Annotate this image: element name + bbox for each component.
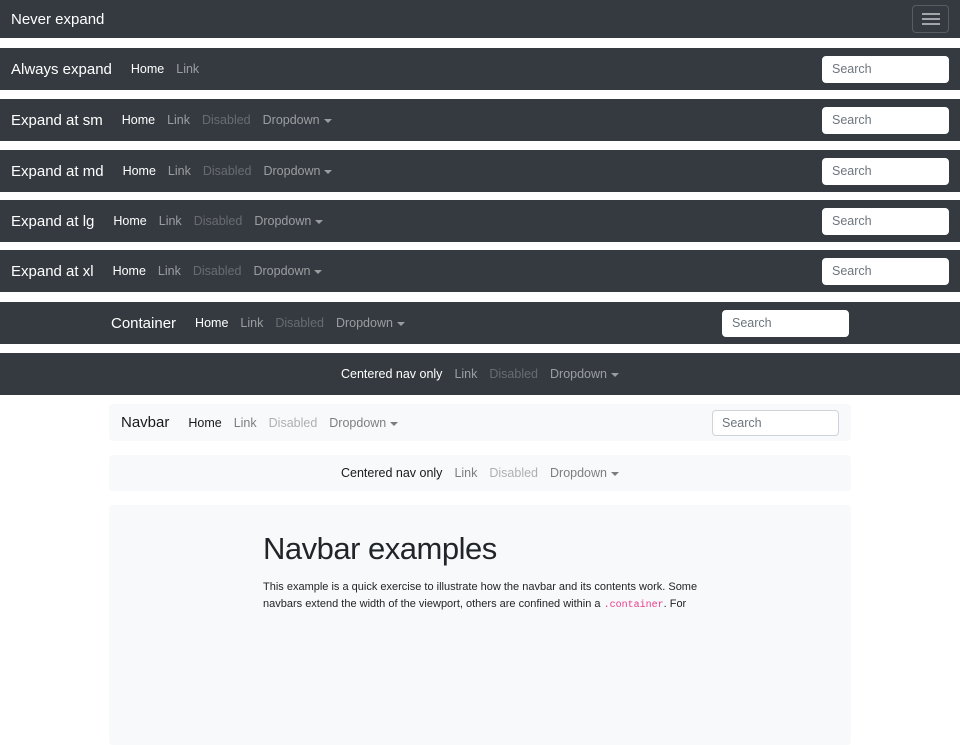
nav-link-home[interactable]: Home: [125, 62, 170, 76]
nav-link-home[interactable]: Home: [107, 214, 152, 228]
nav-link-link[interactable]: Link: [153, 214, 188, 228]
navbar-light: Navbar Home Link Disabled Dropdown: [109, 404, 851, 441]
nav-link-home[interactable]: Home: [182, 416, 227, 430]
nav-link-dropdown[interactable]: Dropdown: [330, 316, 411, 330]
brand-navbar[interactable]: Navbar: [121, 414, 169, 431]
navbar-always-expand: Always expand Home Link: [0, 48, 960, 90]
nav-link-disabled: Disabled: [188, 214, 249, 228]
nav-link-disabled: Disabled: [483, 367, 544, 381]
nav-links: Centered nav only Link Disabled Dropdown: [335, 367, 625, 381]
nav-links: Centered nav only Link Disabled Dropdown: [335, 466, 625, 480]
nav-link-link[interactable]: Link: [448, 466, 483, 480]
container-code-snippet: .container: [604, 600, 664, 611]
nav-link-home[interactable]: Home: [107, 264, 152, 278]
nav-link-dropdown[interactable]: Dropdown: [544, 466, 625, 480]
nav-link-dropdown[interactable]: Dropdown: [257, 113, 338, 127]
caret-down-icon: [314, 270, 322, 274]
search-input[interactable]: [712, 410, 839, 436]
search-input[interactable]: [822, 208, 949, 235]
nav-link-disabled: Disabled: [196, 113, 257, 127]
navbar-expand-xl: Expand at xl Home Link Disabled Dropdown: [0, 250, 960, 292]
search-input[interactable]: [822, 158, 949, 185]
navbar-expand-sm: Expand at sm Home Link Disabled Dropdown: [0, 99, 960, 141]
brand-expand-lg[interactable]: Expand at lg: [11, 213, 94, 230]
nav-link-centered-nav-only[interactable]: Centered nav only: [335, 367, 448, 381]
nav-link-link[interactable]: Link: [234, 316, 269, 330]
caret-down-icon: [397, 322, 405, 326]
jumbotron: Navbar examples This example is a quick …: [109, 505, 851, 745]
nav-links: Home Link Disabled Dropdown: [107, 264, 329, 278]
search-input[interactable]: [822, 56, 949, 83]
navbar-never-expand: Never expand: [0, 0, 960, 38]
brand-expand-sm[interactable]: Expand at sm: [11, 112, 103, 129]
navbar-container: Container Home Link Disabled Dropdown: [0, 302, 960, 344]
nav-link-dropdown[interactable]: Dropdown: [544, 367, 625, 381]
jumbotron-paragraph: This example is a quick exercise to illu…: [263, 579, 713, 614]
brand-always-expand[interactable]: Always expand: [11, 61, 112, 78]
caret-down-icon: [324, 170, 332, 174]
nav-links: Home Link Disabled Dropdown: [116, 113, 338, 127]
caret-down-icon: [324, 119, 332, 123]
hamburger-menu-icon: [922, 13, 940, 25]
caret-down-icon: [611, 472, 619, 476]
paragraph-text-after: . For: [664, 598, 687, 610]
page-title: Navbar examples: [263, 531, 717, 567]
navbar-expand-md: Expand at md Home Link Disabled Dropdown: [0, 150, 960, 192]
search-input[interactable]: [822, 258, 949, 285]
brand-expand-xl[interactable]: Expand at xl: [11, 263, 94, 280]
nav-link-disabled: Disabled: [187, 264, 248, 278]
brand-expand-md[interactable]: Expand at md: [11, 163, 104, 180]
nav-link-link[interactable]: Link: [161, 113, 196, 127]
nav-links: Home Link: [125, 62, 205, 76]
nav-link-link[interactable]: Link: [448, 367, 483, 381]
nav-link-disabled: Disabled: [197, 164, 258, 178]
nav-links: Home Link Disabled Dropdown: [107, 214, 329, 228]
navbar-expand-lg: Expand at lg Home Link Disabled Dropdown: [0, 200, 960, 242]
nav-link-dropdown[interactable]: Dropdown: [247, 264, 328, 278]
search-input[interactable]: [722, 310, 849, 337]
main-content: Navbar Home Link Disabled Dropdown Cente…: [109, 404, 851, 745]
nav-link-link[interactable]: Link: [228, 416, 263, 430]
nav-link-dropdown[interactable]: Dropdown: [323, 416, 404, 430]
nav-link-centered-nav-only[interactable]: Centered nav only: [335, 466, 448, 480]
nav-link-home[interactable]: Home: [189, 316, 234, 330]
navbar-container-inner: Container Home Link Disabled Dropdown: [109, 302, 851, 344]
nav-links: Home Link Disabled Dropdown: [117, 164, 339, 178]
nav-link-disabled: Disabled: [263, 416, 324, 430]
brand-container[interactable]: Container: [111, 315, 176, 332]
nav-link-home[interactable]: Home: [117, 164, 162, 178]
caret-down-icon: [611, 373, 619, 377]
nav-links: Home Link Disabled Dropdown: [182, 416, 404, 430]
nav-links: Home Link Disabled Dropdown: [189, 316, 411, 330]
navbar-toggler-button[interactable]: [912, 5, 949, 33]
navbar-centered-light: Centered nav only Link Disabled Dropdown: [109, 455, 851, 491]
navbar-centered-dark: Centered nav only Link Disabled Dropdown: [0, 353, 960, 395]
search-input[interactable]: [822, 107, 949, 134]
nav-link-dropdown[interactable]: Dropdown: [248, 214, 329, 228]
nav-link-disabled: Disabled: [269, 316, 330, 330]
caret-down-icon: [390, 422, 398, 426]
nav-link-disabled: Disabled: [483, 466, 544, 480]
nav-link-link[interactable]: Link: [152, 264, 187, 278]
nav-link-link[interactable]: Link: [170, 62, 205, 76]
nav-link-link[interactable]: Link: [162, 164, 197, 178]
nav-link-home[interactable]: Home: [116, 113, 161, 127]
caret-down-icon: [315, 220, 323, 224]
brand-never-expand[interactable]: Never expand: [11, 11, 104, 28]
nav-link-dropdown[interactable]: Dropdown: [257, 164, 338, 178]
